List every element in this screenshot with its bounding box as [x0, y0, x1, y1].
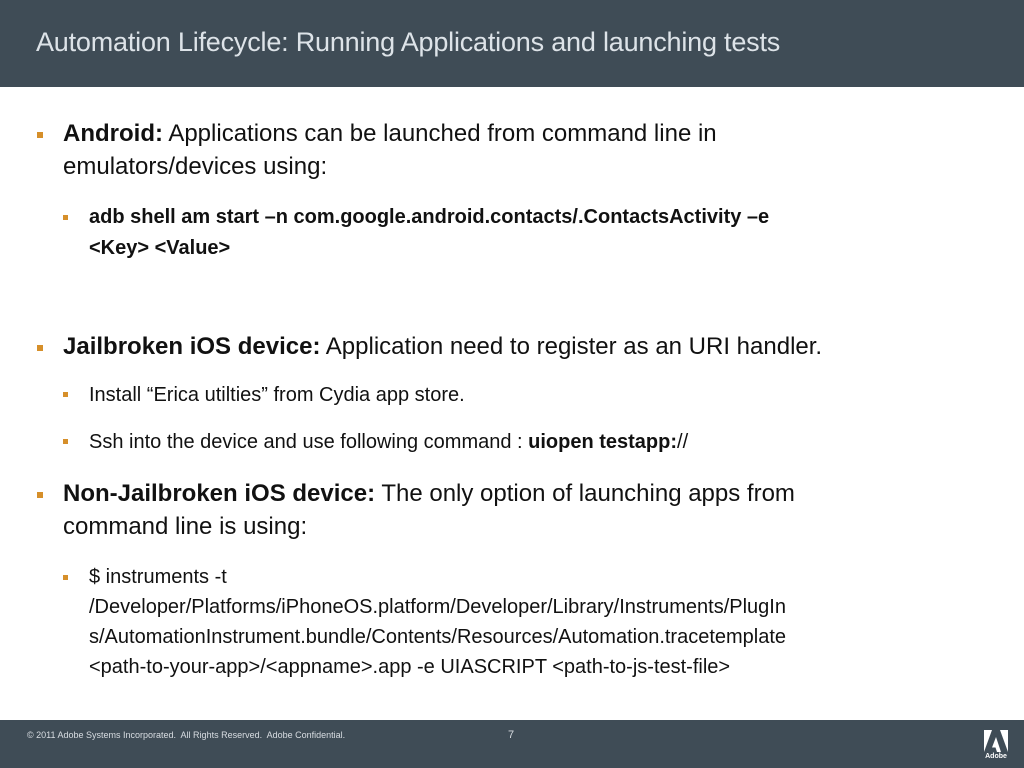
bullet-marker — [37, 492, 43, 498]
instruments-line2: /Developer/Platforms/iPhoneOS.platform/D… — [89, 596, 786, 618]
bullet-marker — [37, 132, 43, 138]
android-text: Applications can be launched from comman… — [162, 120, 717, 147]
adobe-logo-icon — [984, 730, 1008, 752]
slide-footer: © 2011 Adobe Systems Incorporated. All R… — [0, 720, 1024, 768]
sub-bullet-marker — [63, 215, 68, 220]
bullet-non-jailbroken: Non-Jailbroken iOS device: The only opti… — [63, 477, 795, 543]
adb-command-line2: <Key> <Value> — [89, 237, 231, 259]
slide-header: Automation Lifecycle: Running Applicatio… — [0, 0, 1024, 87]
sub-bullet-marker — [63, 575, 68, 580]
sub-bullet-marker — [63, 392, 68, 397]
android-label: Android: — [63, 120, 163, 147]
instruments-line4: <path-to-your-app>/<appname>.app -e UIAS… — [89, 656, 731, 678]
copyright-text: © 2011 Adobe Systems Incorporated. All R… — [27, 730, 346, 740]
sub-bullet-adb-command: adb shell am start –n com.google.android… — [89, 202, 769, 264]
android-text-line2: emulators/devices using: — [63, 153, 328, 180]
jailbroken-label: Jailbroken iOS device: — [63, 333, 321, 360]
non-jailbroken-label: Non-Jailbroken iOS device: — [63, 480, 376, 507]
sub-bullet-ssh: Ssh into the device and use following co… — [89, 427, 688, 457]
ssh-command-tail: // — [677, 431, 689, 453]
sub-bullet-erica: Install “Erica utilties” from Cydia app … — [89, 384, 465, 406]
slide-title: Automation Lifecycle: Running Applicatio… — [36, 27, 781, 57]
ssh-command: uiopen testapp: — [528, 431, 678, 453]
bullet-jailbroken: Jailbroken iOS device: Application need … — [63, 330, 822, 363]
jailbroken-text: Application need to register as an URI h… — [320, 333, 823, 360]
adobe-logo-text: Adobe — [985, 753, 1007, 760]
bullet-marker — [37, 345, 43, 351]
adobe-logo: Adobe — [984, 730, 1008, 762]
sub-bullet-marker — [63, 439, 68, 444]
adb-command-line1: adb shell am start –n com.google.android… — [89, 206, 770, 228]
bullet-android: Android: Applications can be launched fr… — [63, 117, 717, 183]
instruments-line3: s/AutomationInstrument.bundle/Contents/R… — [89, 626, 787, 648]
sub-bullet-instruments-command: $ instruments -t /Developer/Platforms/iP… — [89, 562, 786, 682]
non-jailbroken-text: The only option of launching apps from — [375, 480, 795, 507]
non-jailbroken-text-line2: command line is using: — [63, 513, 308, 540]
ssh-text: Ssh into the device and use following co… — [89, 431, 529, 453]
instruments-line1: $ instruments -t — [89, 566, 227, 588]
page-number: 7 — [508, 729, 515, 741]
